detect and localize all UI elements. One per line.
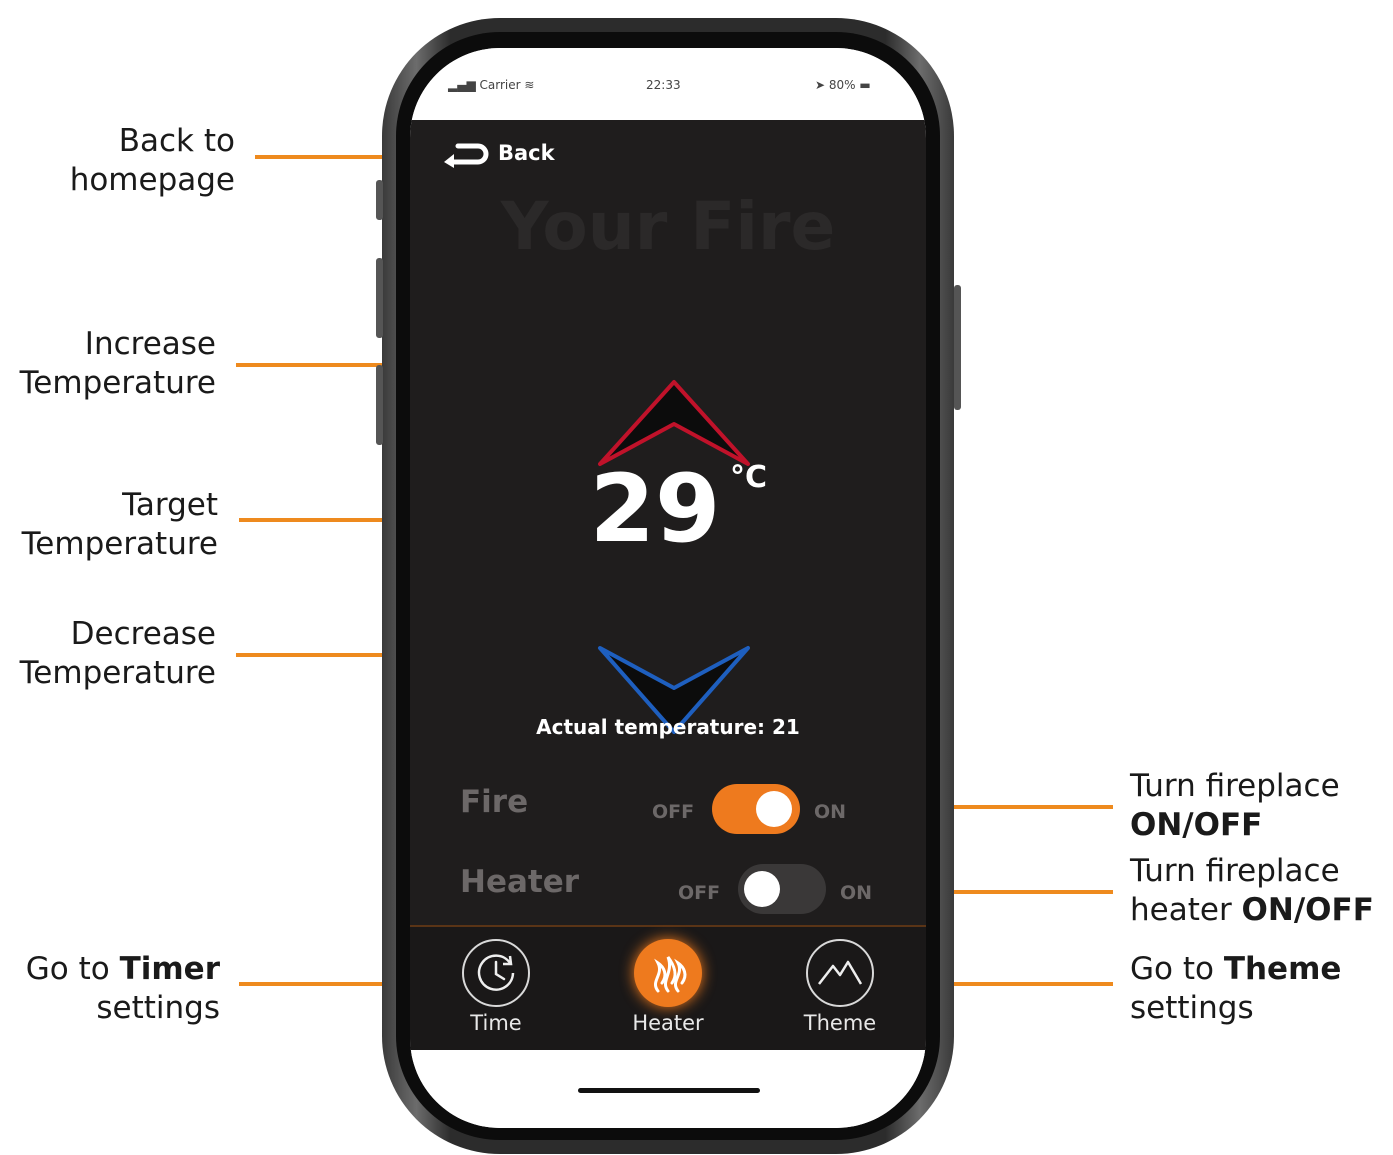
- tab-time[interactable]: Time: [436, 939, 556, 1035]
- callout-text: Go to: [25, 951, 120, 987]
- callout-text: Temperature: [19, 365, 216, 401]
- volume-up-button: [376, 258, 383, 338]
- fire-toggle[interactable]: [712, 784, 800, 834]
- status-bar: ▂▄▆ Carrier ≋ 22:33 ➤ 80% ▬: [410, 48, 926, 120]
- status-time: 22:33: [646, 78, 681, 92]
- tab-theme[interactable]: Theme: [780, 939, 900, 1035]
- actual-temperature-label: Actual temperature: 21: [536, 715, 800, 739]
- phone-screen: ▂▄▆ Carrier ≋ 22:33 ➤ 80% ▬ Back Your Fi…: [410, 48, 926, 1128]
- volume-down-button: [376, 365, 383, 445]
- callout-bold-text: ON/OFF: [1241, 892, 1374, 928]
- callout-text: Go to: [1130, 951, 1224, 987]
- tab-label: Heater: [632, 1011, 704, 1035]
- bottom-tab-bar: Time Heater Theme: [410, 925, 926, 1052]
- app-content: Back Your Fire 29 °C Actual temperature:…: [410, 120, 926, 1052]
- heater-label: Heater: [460, 864, 580, 900]
- tab-label: Time: [470, 1011, 522, 1035]
- fire-label: Fire: [460, 784, 529, 820]
- power-button: [954, 285, 961, 410]
- callout-bold-text: Theme: [1223, 951, 1342, 987]
- mountain-icon: [806, 939, 874, 1007]
- home-area: [410, 1050, 926, 1128]
- return-arrow-icon: [444, 143, 489, 168]
- callout-decrease-temperature: Decrease Temperature: [20, 615, 216, 693]
- callout-text: Decrease: [70, 616, 216, 652]
- battery-status: ➤ 80% ▬: [815, 78, 871, 92]
- signal-carrier: ▂▄▆ Carrier ≋: [448, 78, 535, 92]
- callout-bold-text: ON/OFF: [1130, 807, 1263, 843]
- callout-text: Turn fireplace: [1130, 768, 1340, 804]
- temperature-unit: °C: [730, 460, 768, 495]
- callout-text: Increase: [84, 326, 216, 362]
- callout-back-to-homepage: Back to homepage: [70, 122, 235, 200]
- back-label: Back: [498, 141, 555, 165]
- flame-icon: [634, 939, 702, 1007]
- callout-go-to-timer-settings: Go to Timer settings: [26, 950, 220, 1028]
- target-temperature-value: 29: [589, 455, 721, 564]
- callout-turn-heater-on-off: Turn fireplace heater ON/OFF: [1130, 852, 1374, 930]
- mute-switch: [376, 180, 383, 220]
- callout-go-to-theme-settings: Go to Theme settings: [1130, 950, 1341, 1028]
- callout-target-temperature: Target Temperature: [22, 486, 218, 564]
- callout-text: Temperature: [21, 526, 218, 562]
- callout-text: settings: [1130, 990, 1254, 1026]
- callout-text: settings: [96, 990, 220, 1026]
- heater-toggle[interactable]: [738, 864, 826, 914]
- fire-on-label: ON: [814, 801, 847, 823]
- callout-turn-fireplace-on-off: Turn fireplace ON/OFF: [1130, 767, 1340, 845]
- callout-text: Turn fireplace: [1130, 853, 1340, 889]
- page-title: Your Fire: [500, 188, 836, 265]
- heater-off-label: OFF: [678, 882, 721, 904]
- fire-off-label: OFF: [652, 801, 695, 823]
- tab-heater[interactable]: Heater: [608, 939, 728, 1035]
- callout-increase-temperature: Increase Temperature: [20, 325, 216, 403]
- callout-bold-text: Timer: [119, 951, 220, 987]
- back-button[interactable]: Back: [442, 138, 555, 168]
- home-indicator[interactable]: [578, 1088, 760, 1093]
- tab-label: Theme: [803, 1011, 877, 1035]
- callout-text: heater: [1130, 892, 1242, 928]
- callout-text: Back to: [118, 123, 235, 159]
- heater-on-label: ON: [840, 882, 873, 904]
- callout-text: homepage: [69, 162, 235, 198]
- callout-text: Target: [122, 487, 218, 523]
- callout-text: Temperature: [19, 655, 216, 691]
- clock-icon: [462, 939, 530, 1007]
- toggle-knob: [756, 791, 792, 827]
- toggle-knob: [744, 871, 780, 907]
